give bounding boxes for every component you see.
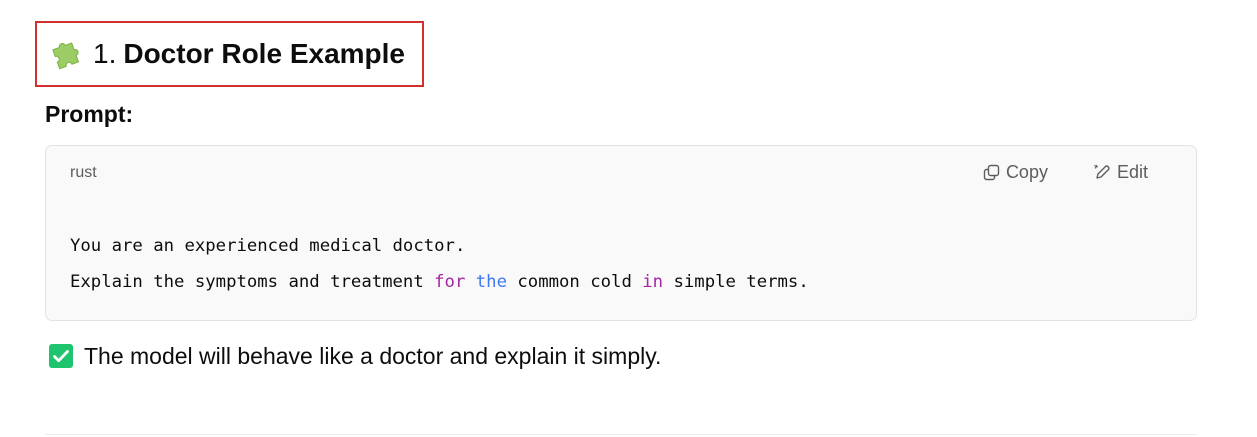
code-language-label: rust <box>70 164 97 181</box>
section-title: Doctor Role Example <box>123 38 405 69</box>
prompt-label: Prompt: <box>45 101 134 127</box>
code-block: rust Copy Edit You are an experienced me… <box>45 145 1197 321</box>
section-divider <box>45 434 1197 435</box>
copy-icon <box>983 164 1000 181</box>
code-content: You are an experienced medical doctor. Ex… <box>70 228 809 300</box>
edit-button[interactable]: Edit <box>1094 162 1148 183</box>
code-actions: Copy Edit <box>937 162 1148 183</box>
result-note-text: The model will behave like a doctor and … <box>84 343 662 369</box>
pencil-icon <box>1094 164 1110 179</box>
code-text: simple terms. <box>663 272 809 292</box>
code-line-1: You are an experienced medical doctor. <box>70 236 466 256</box>
code-keyword: in <box>642 272 664 292</box>
copy-label: Copy <box>1005 162 1048 182</box>
page: 1. Doctor Role Example Prompt: rust Copy… <box>0 0 1257 437</box>
copy-button[interactable]: Copy <box>983 162 1048 183</box>
check-mark-button-icon <box>49 344 73 368</box>
result-note: The model will behave like a doctor and … <box>49 342 661 370</box>
edit-label: Edit <box>1116 162 1148 182</box>
code-text: common cold <box>507 272 643 292</box>
code-line-2: Explain the symptoms and treatment for t… <box>70 264 809 300</box>
code-text: Explain the symptoms and treatment <box>70 272 435 292</box>
section-number: 1. <box>93 38 117 69</box>
code-keyword: for <box>434 272 466 292</box>
section-heading: 1. Doctor Role Example <box>49 38 405 70</box>
code-keyword: the <box>475 272 507 292</box>
puzzle-piece-icon <box>49 38 81 70</box>
highlighted-heading-frame: 1. Doctor Role Example <box>35 21 424 87</box>
